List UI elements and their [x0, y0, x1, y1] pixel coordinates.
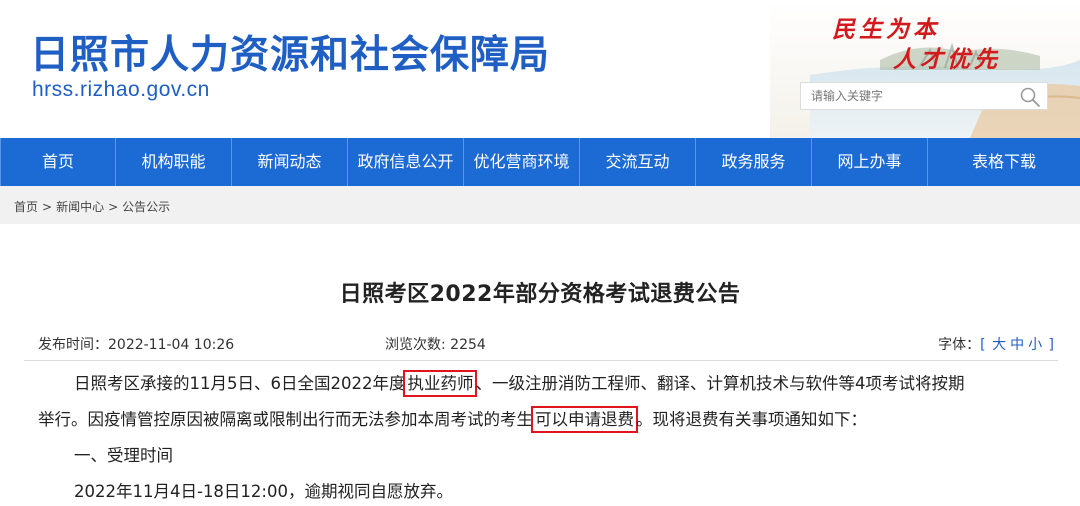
view-count: 浏览次数: 2254	[385, 337, 486, 353]
search-input[interactable]	[801, 83, 1021, 109]
nav-item-online-services[interactable]: 网上办事	[812, 138, 928, 186]
paragraph-4: 2022年11月4日-18日12:00，逾期视同自愿放弃。	[74, 482, 453, 501]
nav-item-downloads[interactable]: 表格下载	[928, 138, 1080, 186]
bracket-close: ]	[1044, 337, 1054, 353]
paragraph-1-text-b: 、一级注册消防工程师、翻译、计算机技术与软件等4项考试将按期	[475, 374, 965, 393]
nav-item-gov-info[interactable]: 政府信息公开	[348, 138, 464, 186]
search-box	[800, 82, 1048, 110]
site-domain: hrss.rizhao.gov.cn	[32, 78, 210, 101]
breadcrumb-separator: >	[108, 200, 119, 214]
breadcrumb-notice[interactable]: 公告公示	[122, 200, 170, 214]
nav-item-business-env[interactable]: 优化营商环境	[464, 138, 580, 186]
font-large-button[interactable]: 大	[992, 337, 1006, 353]
breadcrumb-home[interactable]: 首页	[14, 200, 38, 214]
highlight-pharmacist: 执业药师	[403, 370, 478, 397]
font-small-button[interactable]: 小	[1028, 337, 1042, 353]
slogan-line-2: 人才优先	[893, 46, 1001, 73]
bracket-open: [	[980, 337, 991, 353]
highlight-refund: 可以申请退费	[531, 406, 638, 433]
article-meta: 发布时间：2022-11-04 10:26 浏览次数: 2254 字体：[ 大中…	[24, 326, 1058, 361]
paragraph-1: 日照考区承接的11月5日、6日全国2022年度 执业药师 、一级注册消防工程师、翻译…	[74, 370, 1080, 397]
paragraph-2-text-b: 。现将退费有关事项通知如下：	[636, 410, 867, 429]
breadcrumb-separator: >	[42, 200, 53, 214]
nav-item-home[interactable]: 首页	[0, 138, 116, 186]
paragraph-2: 举行。因疫情管控原因被隔离或限制出行而无法参加本周考试的考生 可以申请退费 。现将退…	[38, 406, 1058, 433]
breadcrumb-bar: 首页 > 新闻中心 > 公告公示	[0, 186, 1080, 224]
search-icon[interactable]	[1019, 86, 1041, 108]
article-title: 日照考区2022年部分资格考试退费公告	[339, 282, 741, 307]
slogan-line-1: 民生为本	[832, 16, 940, 43]
font-medium-button[interactable]: 中	[1010, 337, 1024, 353]
font-size-switcher: 字体：[ 大中小 ]	[938, 334, 1054, 354]
site-title[interactable]: 日照市人力资源和社会保障局	[30, 24, 550, 80]
font-size-label: 字体：	[938, 337, 981, 353]
site-header: 日照市人力资源和社会保障局 hrss.rizhao.gov.cn 民生为本 人才…	[0, 0, 1080, 138]
publish-date: 发布时间：2022-11-04 10:26	[38, 337, 235, 353]
nav-item-gov-services[interactable]: 政务服务	[696, 138, 812, 186]
breadcrumb: 首页 > 新闻中心 > 公告公示	[14, 198, 170, 215]
breadcrumb-news[interactable]: 新闻中心	[56, 200, 104, 214]
nav-item-news[interactable]: 新闻动态	[232, 138, 348, 186]
paragraph-1-text-a: 日照考区承接的11月5日、6日全国2022年度	[74, 374, 406, 393]
nav-item-interaction[interactable]: 交流互动	[580, 138, 696, 186]
section-heading: 一、受理时间	[74, 446, 173, 465]
paragraph-2-text-a: 举行。因疫情管控原因被隔离或限制出行而无法参加本周考试的考生	[38, 410, 533, 429]
nav-item-functions[interactable]: 机构职能	[116, 138, 232, 186]
main-nav: 首页 机构职能 新闻动态 政府信息公开 优化营商环境 交流互动 政务服务 网上办…	[0, 138, 1080, 186]
